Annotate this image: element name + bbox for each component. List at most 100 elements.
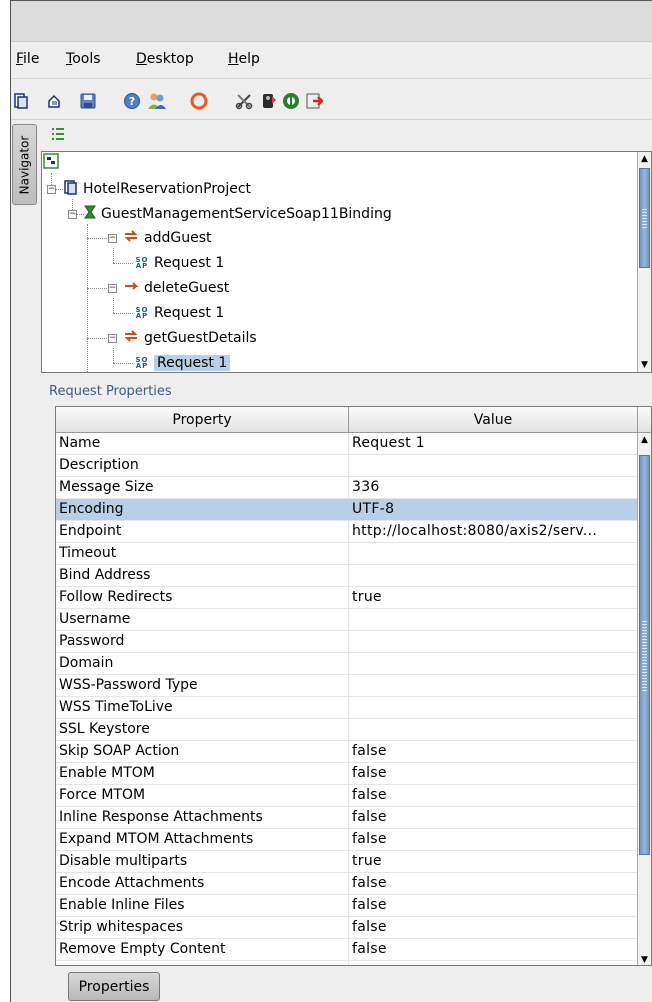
property-value-cell[interactable]: true <box>352 853 642 869</box>
one-way-operation-icon <box>123 279 139 297</box>
exit-icon[interactable] <box>304 91 324 111</box>
navigator-tab[interactable]: Navigator <box>12 124 37 205</box>
menu-desktop[interactable]: Desktop <box>136 51 194 67</box>
table-row[interactable]: WSS TimeToLive <box>56 697 638 719</box>
new-project-icon[interactable] <box>11 91 31 111</box>
tree-view-icon[interactable] <box>51 127 65 145</box>
tree-scroll-thumb[interactable] <box>639 168 650 268</box>
table-row[interactable]: Enable MTOM false <box>56 763 638 785</box>
table-row[interactable]: Description <box>56 455 638 477</box>
table-row[interactable]: Bind Address <box>56 565 638 587</box>
expander-interface[interactable]: − <box>68 210 77 219</box>
table-row[interactable]: Remove Empty Content false <box>56 939 638 961</box>
property-value-cell[interactable]: Request 1 <box>352 435 642 451</box>
soap-request-icon: SO AP <box>135 356 149 370</box>
table-row[interactable]: Domain <box>56 653 638 675</box>
property-value-cell[interactable]: false <box>352 809 642 825</box>
tree-item-project[interactable]: HotelReservationProject <box>63 178 251 200</box>
project-label: HotelReservationProject <box>83 181 252 197</box>
property-value-cell[interactable]: 336 <box>352 479 642 495</box>
table-row[interactable]: Expand MTOM Attachments false <box>56 829 638 851</box>
expander-getguestdetails[interactable]: − <box>108 334 117 343</box>
table-row[interactable]: Message Size 336 <box>56 477 638 499</box>
property-value-cell[interactable]: false <box>352 875 642 891</box>
tree-item-interface[interactable]: GuestManagementServiceSoap11Binding <box>84 203 392 225</box>
table-row[interactable]: Endpoint http://localhost:8080/axis2/serv… <box>56 521 638 543</box>
request-response-operation-icon <box>123 329 139 347</box>
workspace-icon <box>43 153 59 173</box>
table-row[interactable]: Timeout <box>56 543 638 565</box>
property-value-cell[interactable]: false <box>352 897 642 913</box>
table-row[interactable]: Name Request 1 <box>56 433 638 455</box>
table-row[interactable]: SSL Keystore <box>56 719 638 741</box>
table-row[interactable]: Encode Attachments false <box>56 873 638 895</box>
table-row[interactable]: Force MTOM false <box>56 785 638 807</box>
scroll-down-icon[interactable]: ▼ <box>638 358 651 372</box>
property-value-cell[interactable]: false <box>352 743 642 759</box>
tree-item-addguest[interactable]: addGuest <box>123 227 211 249</box>
property-name-cell: Password <box>59 633 125 649</box>
properties-scrollbar[interactable]: ▲ ▼ <box>637 433 651 965</box>
property-name-cell: Description <box>59 457 139 473</box>
table-row[interactable]: Follow Redirects true <box>56 587 638 609</box>
scroll-up-icon[interactable]: ▲ <box>638 152 651 166</box>
property-name-cell: Encode Attachments <box>59 875 205 891</box>
properties-button[interactable]: Properties <box>68 972 160 1001</box>
tools-icon[interactable] <box>234 91 254 111</box>
property-value-cell[interactable]: UTF-8 <box>352 501 642 517</box>
expander-project[interactable]: − <box>47 185 56 194</box>
menu-help[interactable]: Help <box>228 51 260 67</box>
property-name-cell: Strip whitespaces <box>59 919 184 935</box>
properties-scroll-thumb[interactable] <box>639 455 650 855</box>
property-value-cell[interactable]: false <box>352 787 642 803</box>
refresh-icon[interactable] <box>189 91 209 111</box>
property-name-cell: Domain <box>59 655 114 671</box>
column-header-value[interactable]: Value <box>349 407 638 433</box>
title-bar[interactable] <box>11 1 652 42</box>
table-row[interactable]: Inline Response Attachments false <box>56 807 638 829</box>
expander-deleteguest[interactable]: − <box>108 284 117 293</box>
table-row[interactable]: Password <box>56 631 638 653</box>
tree-scrollbar[interactable]: ▲ ▼ <box>637 152 651 372</box>
table-row[interactable]: Skip SOAP Action false <box>56 741 638 763</box>
users-icon[interactable] <box>147 91 167 111</box>
tree-item-addguest-request[interactable]: SO AP Request 1 <box>135 252 225 274</box>
expander-addguest[interactable]: − <box>108 234 117 243</box>
property-name-cell: Encoding <box>59 501 124 517</box>
run-icon[interactable] <box>281 91 301 111</box>
scroll-down-icon[interactable]: ▼ <box>638 953 651 965</box>
table-row[interactable]: Encoding UTF-8 <box>56 499 638 521</box>
property-value-cell[interactable]: http://localhost:8080/axis2/serv... <box>352 523 642 539</box>
property-value-cell[interactable]: false <box>352 941 642 957</box>
tree-item-deleteguest[interactable]: deleteGuest <box>123 277 229 299</box>
tree-root[interactable] <box>43 152 59 174</box>
tree-item-deleteguest-request[interactable]: SO AP Request 1 <box>135 302 225 324</box>
property-name-cell: Enable MTOM <box>59 765 155 781</box>
property-value-cell[interactable]: false <box>352 831 642 847</box>
operation-label: deleteGuest <box>144 280 230 296</box>
column-header-property[interactable]: Property <box>56 407 349 433</box>
import-project-icon[interactable] <box>44 91 64 111</box>
property-value-cell[interactable]: false <box>352 919 642 935</box>
save-icon[interactable] <box>78 91 98 111</box>
table-row[interactable]: Strip whitespaces false <box>56 917 638 939</box>
tree-item-getguestdetails[interactable]: getGuestDetails <box>123 327 257 349</box>
property-value-cell[interactable]: false <box>352 765 642 781</box>
property-value-cell[interactable]: true <box>352 589 642 605</box>
table-row[interactable]: WSS-Password Type <box>56 675 638 697</box>
table-row[interactable]: Username <box>56 609 638 631</box>
table-row[interactable]: Disable multiparts true <box>56 851 638 873</box>
operation-label: addGuest <box>144 230 212 246</box>
tree-item-getguestdetails-request[interactable]: SO AP Request 1 <box>135 352 231 372</box>
table-row[interactable]: Enable Inline Files false <box>56 895 638 917</box>
property-name-cell: Skip SOAP Action <box>59 743 180 759</box>
menu-tools[interactable]: Tools <box>66 51 101 67</box>
launch-icon[interactable] <box>259 91 279 111</box>
property-name-cell: Inline Response Attachments <box>59 809 263 825</box>
menu-file[interactable]: File <box>16 51 39 67</box>
scroll-up-icon[interactable]: ▲ <box>638 433 651 447</box>
request-response-operation-icon <box>123 229 139 247</box>
interface-label: GuestManagementServiceSoap11Binding <box>101 206 392 222</box>
preferences-icon[interactable]: ? <box>122 91 142 111</box>
property-name-cell: Message Size <box>59 479 154 495</box>
